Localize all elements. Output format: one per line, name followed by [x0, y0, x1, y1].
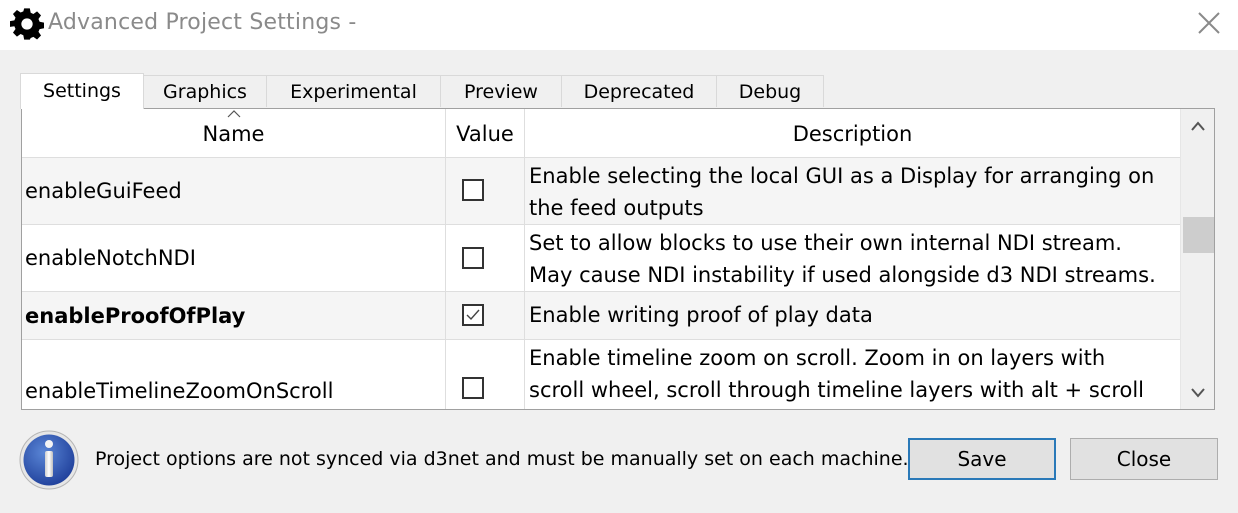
tab-label: Preview — [464, 81, 538, 103]
table-row[interactable]: enableTimelineZoomOnScroll Enable timeli… — [22, 339, 1180, 409]
table-row[interactable]: enableGuiFeed Enable selecting the local… — [22, 157, 1180, 224]
column-header-name[interactable]: Name — [22, 109, 446, 157]
description-line: Enable timeline zoom on scroll. Zoom in … — [529, 346, 1106, 370]
column-header-label: Value — [456, 122, 514, 146]
setting-description: Enable timeline zoom on scroll. Zoom in … — [525, 340, 1180, 409]
scroll-up-icon[interactable] — [1181, 109, 1215, 143]
description-line: Enable selecting the local GUI as a Disp… — [529, 164, 1155, 188]
column-header-value[interactable]: Value — [446, 109, 525, 157]
setting-checkbox-checked[interactable] — [462, 304, 484, 326]
tab-label: Deprecated — [583, 81, 695, 103]
setting-name: enableTimelineZoomOnScroll — [22, 340, 446, 409]
setting-name: enableNotchNDI — [22, 225, 446, 291]
tab-deprecated[interactable]: Deprecated — [561, 75, 717, 107]
gear-icon — [10, 8, 44, 40]
setting-description: Set to allow blocks to use their own int… — [525, 225, 1180, 291]
tab-label: Graphics — [163, 81, 247, 103]
column-header-description[interactable]: Description — [525, 109, 1180, 157]
close-icon[interactable] — [1196, 10, 1222, 36]
close-button[interactable]: Close — [1070, 438, 1218, 480]
description-line: May cause NDI instability if used alongs… — [529, 263, 1156, 287]
tab-graphics[interactable]: Graphics — [143, 75, 267, 107]
setting-checkbox[interactable] — [462, 377, 484, 399]
save-button[interactable]: Save — [908, 438, 1056, 480]
description-line: Enable writing proof of play data — [529, 303, 873, 327]
sync-warning-message: Project options are not synced via d3net… — [95, 448, 909, 470]
value-cell — [446, 340, 525, 409]
value-cell — [446, 225, 525, 291]
table-row[interactable]: enableProofOfPlay Enable writing proof o… — [22, 291, 1180, 339]
setting-name: enableGuiFeed — [22, 158, 446, 224]
setting-description: Enable writing proof of play data — [525, 292, 1180, 339]
tab-settings[interactable]: Settings — [20, 73, 144, 109]
setting-checkbox[interactable] — [462, 247, 484, 269]
window-title: Advanced Project Settings - — [48, 10, 357, 35]
value-cell — [446, 292, 525, 339]
tab-label: Experimental — [290, 81, 417, 103]
tab-experimental[interactable]: Experimental — [266, 75, 441, 107]
vertical-scrollbar[interactable] — [1180, 109, 1215, 409]
description-line: scroll wheel, scroll through timeline la… — [529, 378, 1145, 402]
scroll-down-icon[interactable] — [1181, 375, 1215, 409]
settings-table: Name Value Description enableGuiFeed Ena… — [21, 108, 1215, 410]
description-line: Set to allow blocks to use their own int… — [529, 231, 1122, 255]
tab-debug[interactable]: Debug — [716, 75, 824, 107]
table-header: Name Value Description — [22, 109, 1180, 157]
column-header-label: Description — [792, 122, 913, 146]
checkmark-icon — [466, 309, 480, 321]
setting-description: Enable selecting the local GUI as a Disp… — [525, 158, 1180, 224]
tab-label: Debug — [738, 81, 802, 103]
title-bar: Advanced Project Settings - — [0, 0, 1238, 50]
setting-checkbox[interactable] — [462, 179, 484, 201]
setting-name: enableProofOfPlay — [22, 292, 446, 339]
description-line: the feed outputs — [529, 196, 704, 220]
info-icon — [19, 430, 79, 490]
value-cell — [446, 158, 525, 224]
tab-preview[interactable]: Preview — [440, 75, 562, 107]
table-row[interactable]: enableNotchNDI Set to allow blocks to us… — [22, 224, 1180, 291]
tab-label: Settings — [43, 80, 121, 102]
scrollbar-thumb[interactable] — [1183, 217, 1214, 253]
column-header-label: Name — [202, 122, 265, 146]
